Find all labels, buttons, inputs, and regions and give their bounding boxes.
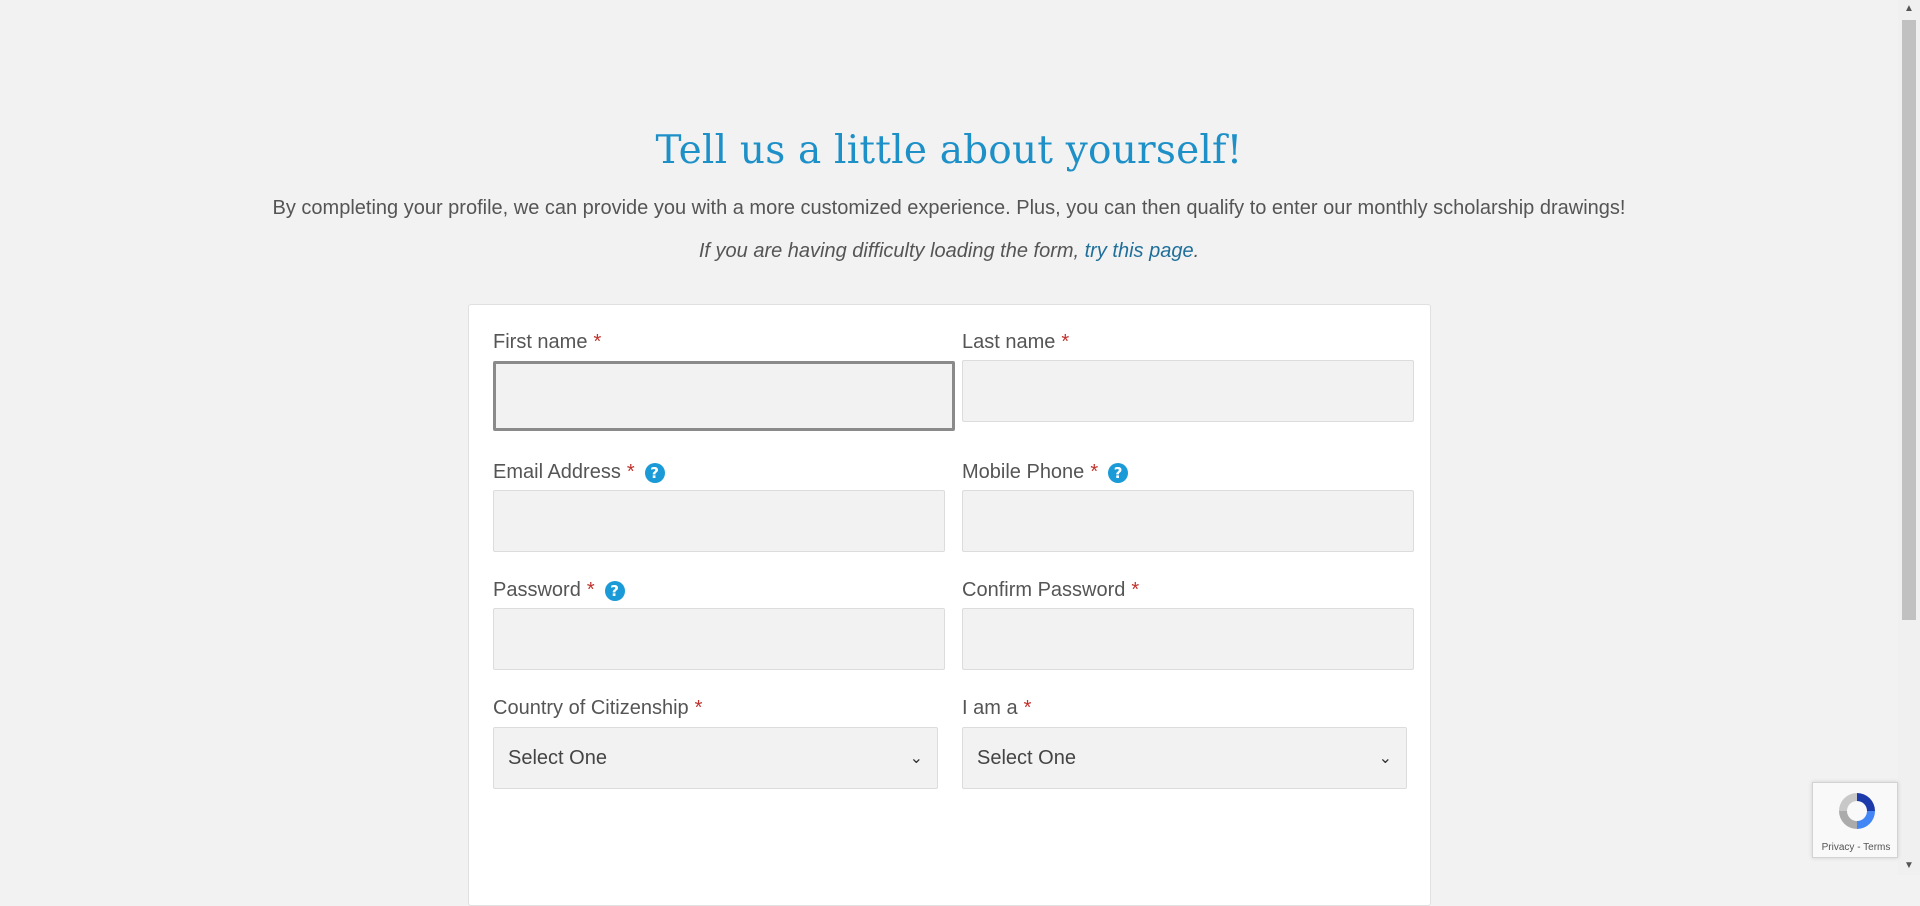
chevron-down-icon: ⌄ (1378, 750, 1392, 767)
vertical-scrollbar[interactable]: ▲ ▼ (1898, 0, 1920, 875)
loading-note: If you are having difficulty loading the… (0, 240, 1898, 263)
i-am-a-label-text: I am a (962, 697, 1018, 719)
country-label-text: Country of Citizenship (493, 697, 689, 719)
page: Tell us a little about yourself! By comp… (0, 0, 1898, 906)
password-label: Password *? (493, 579, 625, 602)
recaptcha-terms-link[interactable]: Terms (1863, 842, 1890, 853)
last-name-label: Last name * (962, 331, 1069, 354)
required-mark: * (1131, 579, 1140, 601)
mobile-phone-help-icon[interactable]: ? (1108, 462, 1129, 483)
scroll-up-arrow-icon[interactable]: ▲ (1898, 0, 1920, 18)
loading-note-prefix: If you are having difficulty loading the… (698, 240, 1085, 262)
email-help-icon[interactable]: ? (644, 462, 665, 483)
email-label-text: Email Address (493, 461, 621, 483)
intro-text: By completing your profile, we can provi… (272, 197, 1626, 219)
mobile-phone-input[interactable] (962, 490, 1414, 552)
i-am-a-selected-value: Select One (977, 746, 1076, 769)
confirm-password-label-text: Confirm Password (962, 579, 1126, 601)
try-this-page-link[interactable]: try this page (1085, 240, 1194, 262)
password-input[interactable] (493, 608, 945, 670)
loading-note-suffix: . (1193, 240, 1200, 262)
required-mark: * (593, 331, 602, 353)
required-mark: * (626, 461, 635, 483)
country-label: Country of Citizenship * (493, 697, 702, 720)
i-am-a-label: I am a * (962, 697, 1031, 720)
recaptcha-separator: - (1854, 842, 1864, 853)
country-selected-value: Select One (508, 746, 607, 769)
email-input[interactable] (493, 490, 945, 552)
scrollbar-thumb[interactable] (1902, 20, 1916, 620)
profile-form: First name * Last name * Email Address *? M… (468, 304, 1431, 906)
required-mark: * (1090, 461, 1099, 483)
recaptcha-links: Privacy - Terms (1813, 842, 1899, 853)
mobile-phone-label-text: Mobile Phone (962, 461, 1085, 483)
last-name-input[interactable] (962, 360, 1414, 422)
confirm-password-label: Confirm Password * (962, 579, 1139, 602)
scroll-down-arrow-icon[interactable]: ▼ (1898, 857, 1920, 875)
first-name-input[interactable] (493, 361, 955, 431)
recaptcha-badge[interactable]: Privacy - Terms (1812, 782, 1898, 858)
country-select[interactable]: Select One ⌄ (493, 727, 938, 789)
mobile-phone-label: Mobile Phone *? (962, 461, 1129, 484)
first-name-label-text: First name (493, 331, 588, 353)
password-label-text: Password (493, 579, 581, 601)
confirm-password-input[interactable] (962, 608, 1414, 670)
required-mark: * (694, 697, 703, 719)
password-help-icon[interactable]: ? (604, 580, 625, 601)
email-label: Email Address *? (493, 461, 665, 484)
required-mark: * (586, 579, 595, 601)
chevron-down-icon: ⌄ (909, 750, 923, 767)
required-mark: * (1061, 331, 1070, 353)
last-name-label-text: Last name (962, 331, 1056, 353)
recaptcha-logo-icon (1839, 793, 1875, 829)
required-mark: * (1023, 697, 1032, 719)
page-title: Tell us a little about yourself! (655, 128, 1243, 173)
i-am-a-select[interactable]: Select One ⌄ (962, 727, 1407, 789)
first-name-label: First name * (493, 331, 601, 354)
recaptcha-privacy-link[interactable]: Privacy (1822, 842, 1855, 853)
